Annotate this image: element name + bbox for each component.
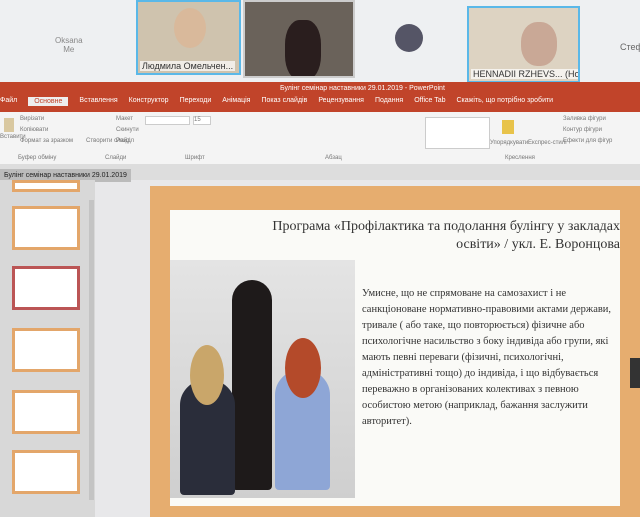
tab-animations[interactable]: Анімація [222,97,250,106]
cut-button[interactable]: Вирізати [20,116,44,122]
tab-view[interactable]: Подання [375,97,403,106]
paragraph-group-label: Абзац [325,155,342,161]
title-bar: Булінг семінар наставники 29.01.2019 - P… [0,82,640,112]
participant-video [174,8,206,48]
video-call-strip: Oksana Me Людмила Омельчен... HENNADII R… [0,0,640,83]
layout-button[interactable]: Макет [116,116,133,122]
self-name: Oksana [55,36,83,45]
slide-thumbnail[interactable] [12,328,80,372]
slide-thumbnail[interactable] [12,180,80,192]
tell-me-input[interactable]: Скажіть, що потрібно зробити [457,97,554,106]
section-button[interactable]: Розділ [116,138,134,144]
slide-thumbnail-selected[interactable] [12,266,80,310]
font-size-select[interactable]: 15 [193,116,211,125]
tab-design[interactable]: Конструктор [129,97,169,106]
tab-office-tab[interactable]: Office Tab [414,97,445,106]
slide-thumbnail[interactable] [12,390,80,434]
tab-review[interactable]: Рецензування [318,97,364,106]
slide-image-bullying-girls[interactable] [170,260,355,498]
participant-avatar[interactable] [395,24,423,52]
tab-file[interactable]: Файл [0,97,17,106]
tab-home[interactable]: Основне [28,97,69,106]
copy-button[interactable]: Копіювати [20,127,48,133]
slide-thumbnail[interactable] [12,206,80,250]
slide-thumbnail[interactable] [12,450,80,494]
format-painter-button[interactable]: Формат за зразком [20,138,73,144]
participant-video [521,22,557,66]
window-title: Булінг семінар наставники 29.01.2019 - P… [280,85,445,92]
font-group-label: Шрифт [185,155,205,161]
slide-edge-marker [630,358,640,388]
shape-outline-button[interactable]: Контур фігури [563,127,602,133]
participant-overflow-name: Стефа [620,42,640,52]
slide-thumbnail-panel[interactable] [0,180,95,517]
paste-icon [4,118,14,132]
participant-name: HENNADII RZHEVS... (Host) [471,69,578,79]
drawing-group-label: Креслення [505,155,535,161]
reset-button[interactable]: Скинути [116,127,139,133]
document-tabs: Булінг семінар наставники 29.01.2019 [0,164,640,182]
tab-insert[interactable]: Вставлення [79,97,117,106]
slide-canvas[interactable]: Програма «Профілактика та подолання булі… [150,186,640,517]
clipboard-group-label: Буфер обміну [18,155,57,161]
self-tile[interactable]: Oksana Me [55,36,83,54]
slide-content: Програма «Профілактика та подолання булі… [170,210,620,506]
self-label: Me [63,45,75,54]
participant-tile[interactable] [243,0,355,78]
slide-body-text[interactable]: Умисне, що не спрямоване на самозахист і… [362,286,617,430]
ribbon: Вставити Вирізати Копіювати Формат за зр… [0,112,640,164]
participant-tile[interactable]: HENNADII RZHEVS... (Host) [467,6,580,83]
shape-fill-button[interactable]: Заливка фігури [563,116,606,122]
participant-name: Людмила Омельчен... [140,61,236,71]
slide-title[interactable]: Програма «Профілактика та подолання булі… [230,218,620,254]
shapes-gallery[interactable] [425,117,490,149]
shape-effects-button[interactable]: Ефекти для фігур [563,138,612,144]
participant-video [285,20,321,76]
arrange-icon [502,120,514,134]
tab-transitions[interactable]: Переходи [180,97,212,106]
arrange-button[interactable]: Упорядкувати [490,140,528,146]
tab-slideshow[interactable]: Показ слайдів [261,97,307,106]
slides-group-label: Слайди [105,155,127,161]
thumbnail-scrollbar[interactable] [89,200,94,500]
participant-tile[interactable]: Людмила Омельчен... [136,0,241,75]
quick-styles-button[interactable]: Експрес-стилі [528,140,567,146]
font-name-select[interactable] [145,116,190,125]
